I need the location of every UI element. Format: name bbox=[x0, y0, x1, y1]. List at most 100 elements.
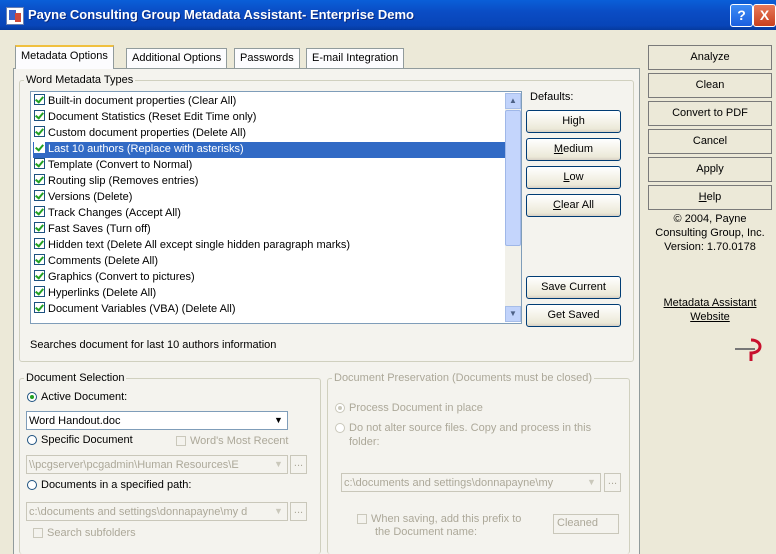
checkbox-icon bbox=[357, 514, 367, 524]
get-saved-button[interactable]: Get Saved bbox=[526, 304, 621, 327]
copyright-line-1: © 2004, Payne bbox=[673, 213, 747, 225]
list-item[interactable]: Versions (Delete) bbox=[33, 190, 505, 206]
words-most-recent-checkbox[interactable]: Word's Most Recent bbox=[176, 435, 288, 447]
tab-passwords[interactable]: Passwords bbox=[234, 48, 300, 68]
dropdown-arrow-icon[interactable]: ▼ bbox=[584, 475, 599, 490]
save-current-button[interactable]: Save Current bbox=[526, 276, 621, 299]
checkbox-checked-icon[interactable] bbox=[34, 94, 45, 105]
do-not-alter-label-2: folder: bbox=[349, 436, 380, 448]
radio-empty-icon bbox=[27, 480, 37, 490]
checkbox-checked-icon[interactable] bbox=[34, 238, 45, 249]
high-button[interactable]: High bbox=[526, 110, 621, 133]
dropdown-arrow-icon[interactable]: ▼ bbox=[271, 413, 286, 428]
list-item-label: Fast Saves (Turn off) bbox=[48, 223, 151, 235]
checkbox-checked-icon[interactable] bbox=[34, 286, 45, 297]
checkbox-checked-icon[interactable] bbox=[34, 222, 45, 233]
list-item[interactable]: Fast Saves (Turn off) bbox=[33, 222, 505, 238]
website-link[interactable]: Metadata Assistant bbox=[648, 297, 772, 309]
copyright-line-2: Consulting Group, Inc. bbox=[655, 227, 765, 239]
list-item[interactable]: Hidden text (Delete All except single hi… bbox=[33, 238, 505, 254]
list-item[interactable]: Last 10 authors (Replace with asterisks) bbox=[33, 142, 505, 158]
checkbox-checked-icon[interactable] bbox=[34, 126, 45, 137]
active-document-value: Word Handout.doc bbox=[29, 415, 121, 427]
help-dialog-button[interactable]: Help bbox=[648, 185, 772, 210]
search-subfolders-checkbox[interactable]: Search subfolders bbox=[33, 527, 136, 539]
scroll-up-icon[interactable]: ▲ bbox=[505, 93, 521, 109]
list-item-label: Document Variables (VBA) (Delete All) bbox=[48, 303, 236, 315]
add-prefix-checkbox[interactable]: When saving, add this prefix to bbox=[357, 513, 521, 525]
list-item[interactable]: Built-in document properties (Clear All) bbox=[33, 94, 505, 110]
browse-path-button[interactable]: ... bbox=[290, 502, 307, 521]
dropdown-arrow-icon[interactable]: ▼ bbox=[271, 504, 286, 519]
do-not-alter-option[interactable]: Do not alter source files. Copy and proc… bbox=[335, 422, 591, 434]
checkbox-checked-icon[interactable] bbox=[34, 142, 45, 153]
copy-folder-value: c:\documents and settings\donnapayne\my bbox=[344, 477, 554, 489]
active-document-option[interactable]: Active Document: bbox=[27, 391, 127, 403]
convert-pdf-button[interactable]: Convert to PDF bbox=[648, 101, 772, 126]
low-button[interactable]: Low bbox=[526, 166, 621, 189]
scroll-thumb[interactable] bbox=[505, 110, 521, 246]
specific-document-option[interactable]: Specific Document bbox=[27, 434, 133, 446]
specified-path-select[interactable]: c:\documents and settings\donnapayne\my … bbox=[26, 502, 288, 521]
list-item-label: Built-in document properties (Clear All) bbox=[48, 95, 237, 107]
list-item[interactable]: Custom document properties (Delete All) bbox=[33, 126, 505, 142]
tab-additional-options[interactable]: Additional Options bbox=[126, 48, 228, 68]
radio-selected-icon bbox=[27, 392, 37, 402]
clear-all-button[interactable]: Clear All bbox=[526, 194, 621, 217]
window-title: Payne Consulting Group Metadata Assistan… bbox=[28, 7, 414, 22]
specific-document-select[interactable]: \\pcgserver\pcgadmin\Human Resources\E ▼ bbox=[26, 455, 288, 474]
prefix-input[interactable]: Cleaned bbox=[553, 514, 619, 534]
specific-document-value: \\pcgserver\pcgadmin\Human Resources\E bbox=[29, 459, 239, 471]
apply-button[interactable]: Apply bbox=[648, 157, 772, 182]
checkbox-icon bbox=[176, 436, 186, 446]
checkbox-checked-icon[interactable] bbox=[34, 206, 45, 217]
medium-button[interactable]: Medium bbox=[526, 138, 621, 161]
word-metadata-legend: Word Metadata Types bbox=[26, 74, 134, 86]
version-label: Version: 1.70.0178 bbox=[664, 241, 756, 253]
tab-metadata-options[interactable]: Metadata Options bbox=[15, 45, 114, 69]
website-link-2[interactable]: Website bbox=[648, 311, 772, 323]
scroll-down-icon[interactable]: ▼ bbox=[505, 306, 521, 322]
browse-folder-button[interactable]: ... bbox=[604, 473, 621, 492]
metadata-description: Searches document for last 10 authors in… bbox=[30, 339, 277, 351]
title-bar[interactable]: Payne Consulting Group Metadata Assistan… bbox=[0, 0, 776, 30]
add-prefix-label-2: the Document name: bbox=[375, 526, 478, 538]
specified-path-option[interactable]: Documents in a specified path: bbox=[27, 479, 191, 491]
list-item[interactable]: Comments (Delete All) bbox=[33, 254, 505, 270]
clean-button[interactable]: Clean bbox=[648, 73, 772, 98]
checkbox-checked-icon[interactable] bbox=[34, 158, 45, 169]
checkbox-checked-icon[interactable] bbox=[34, 110, 45, 121]
process-in-place-option[interactable]: Process Document in place bbox=[335, 402, 483, 414]
checkbox-checked-icon[interactable] bbox=[34, 254, 45, 265]
cancel-button[interactable]: Cancel bbox=[648, 129, 772, 154]
list-scrollbar[interactable]: ▲ ▼ bbox=[505, 93, 521, 322]
checkbox-checked-icon[interactable] bbox=[34, 302, 45, 313]
list-item-label: Track Changes (Accept All) bbox=[48, 207, 181, 219]
tab-email-integration[interactable]: E-mail Integration bbox=[306, 48, 405, 68]
checkbox-checked-icon[interactable] bbox=[34, 270, 45, 281]
checkbox-checked-icon[interactable] bbox=[34, 174, 45, 185]
browse-specific-button[interactable]: ... bbox=[290, 455, 307, 474]
list-item[interactable]: Template (Convert to Normal) bbox=[33, 158, 505, 174]
list-item[interactable]: Graphics (Convert to pictures) bbox=[33, 270, 505, 286]
copy-folder-select[interactable]: c:\documents and settings\donnapayne\my … bbox=[341, 473, 601, 492]
list-item[interactable]: Track Changes (Accept All) bbox=[33, 206, 505, 222]
analyze-button[interactable]: Analyze bbox=[648, 45, 772, 70]
document-selection-legend: Document Selection bbox=[26, 372, 125, 384]
specified-path-value: c:\documents and settings\donnapayne\my … bbox=[29, 506, 248, 518]
metadata-types-list[interactable]: Built-in document properties (Clear All)… bbox=[30, 91, 522, 324]
list-item[interactable]: Document Variables (VBA) (Delete All) bbox=[33, 302, 505, 318]
list-item[interactable]: Routing slip (Removes entries) bbox=[33, 174, 505, 190]
list-item-label: Routing slip (Removes entries) bbox=[48, 175, 199, 187]
help-button[interactable]: ? bbox=[730, 4, 753, 27]
list-item[interactable]: Document Statistics (Reset Edit Time onl… bbox=[33, 110, 505, 126]
radio-empty-icon bbox=[27, 435, 37, 445]
list-item-label: Last 10 authors (Replace with asterisks) bbox=[48, 143, 244, 155]
close-button[interactable]: X bbox=[753, 4, 776, 27]
checkbox-checked-icon[interactable] bbox=[34, 190, 45, 201]
radio-selected-icon bbox=[335, 403, 345, 413]
list-item[interactable]: Hyperlinks (Delete All) bbox=[33, 286, 505, 302]
active-document-select[interactable]: Word Handout.doc ▼ bbox=[26, 411, 288, 430]
payne-logo-icon bbox=[735, 338, 762, 361]
dropdown-arrow-icon[interactable]: ▼ bbox=[271, 457, 286, 472]
